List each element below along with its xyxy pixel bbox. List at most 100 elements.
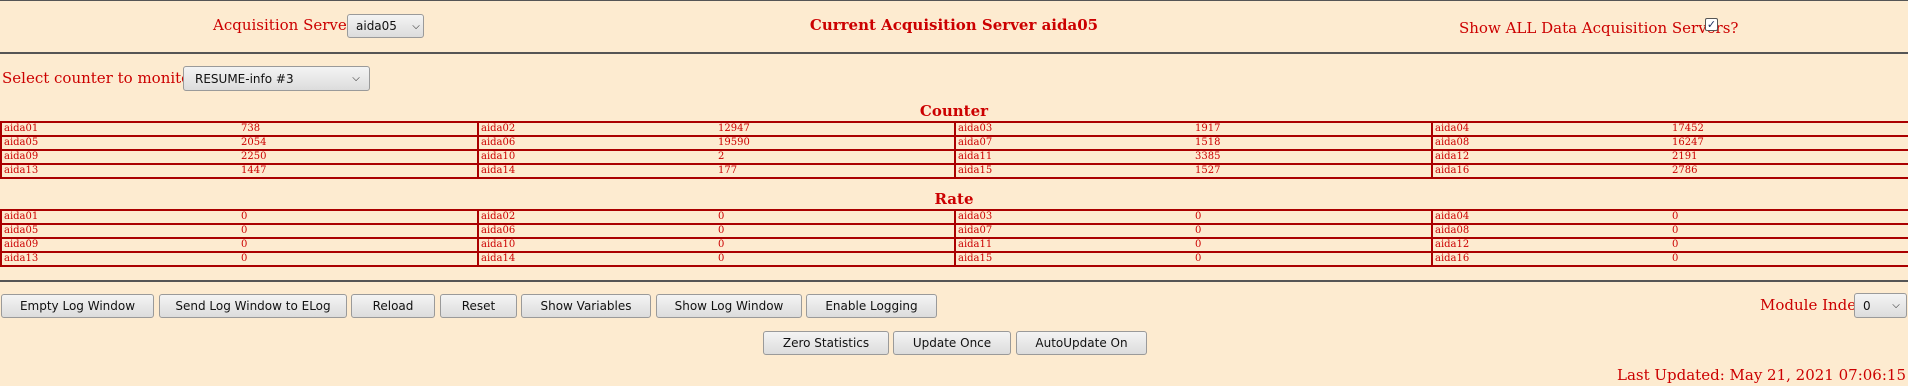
update-once-button[interactable]: Update Once — [893, 331, 1011, 355]
value-cell: 0 — [1193, 209, 1433, 225]
value-cell: 0 — [716, 209, 956, 225]
counter-select[interactable]: RESUME-info #3 ⌵ — [183, 66, 370, 91]
server-name-cell: aida01 — [0, 121, 239, 137]
enable-logging-button[interactable]: Enable Logging — [806, 294, 937, 318]
rate-table: aida01 0 aida02 0 aida03 0 aida04 0 aida05 0 aida0… — [0, 209, 1908, 267]
server-name-cell: aida11 — [954, 149, 1193, 165]
value-cell: 12947 — [716, 121, 956, 137]
value-cell: 0 — [1193, 237, 1433, 253]
header-divider — [0, 52, 1908, 54]
value-cell: 0 — [716, 251, 956, 267]
server-name-cell: aida15 — [954, 163, 1193, 179]
server-name-cell: aida06 — [477, 135, 716, 151]
value-cell: 1527 — [1193, 163, 1433, 179]
server-name-cell: aida05 — [0, 223, 239, 239]
module-index-label: Module Index — [1760, 296, 1865, 314]
value-cell: 0 — [239, 251, 479, 267]
server-name-cell: aida03 — [954, 121, 1193, 137]
server-name-cell: aida13 — [0, 251, 239, 267]
value-cell: 0 — [716, 237, 956, 253]
autoupdate-button[interactable]: AutoUpdate On — [1016, 331, 1147, 355]
empty-log-button[interactable]: Empty Log Window — [1, 294, 154, 318]
reset-button[interactable]: Reset — [440, 294, 517, 318]
table-row: aida09 2250 aida10 2 aida11 3385 aida12 2191 — [0, 149, 1908, 165]
value-cell: 1518 — [1193, 135, 1433, 151]
last-updated: Last Updated: May 21, 2021 07:06:15 — [1617, 366, 1906, 384]
show-log-button[interactable]: Show Log Window — [656, 294, 802, 318]
value-cell: 3385 — [1193, 149, 1433, 165]
server-name-cell: aida08 — [1431, 135, 1670, 151]
value-cell: 0 — [1670, 237, 1908, 253]
server-name-cell: aida16 — [1431, 163, 1670, 179]
value-cell: 16247 — [1670, 135, 1908, 151]
server-name-cell: aida01 — [0, 209, 239, 225]
value-cell: 0 — [239, 223, 479, 239]
show-all-checkbox[interactable]: ✓ — [1705, 18, 1718, 31]
top-divider — [0, 0, 1908, 1]
table-divider — [0, 280, 1908, 282]
value-cell: 1447 — [239, 163, 479, 179]
server-name-cell: aida05 — [0, 135, 239, 151]
server-name-cell: aida03 — [954, 209, 1193, 225]
counter-table: aida01 738 aida02 12947 aida03 1917 aida04 1745… — [0, 121, 1908, 179]
server-name-cell: aida15 — [954, 251, 1193, 267]
server-name-cell: aida16 — [1431, 251, 1670, 267]
table-row: aida05 2054 aida06 19590 aida07 1518 aida08 162… — [0, 135, 1908, 151]
reload-button[interactable]: Reload — [351, 294, 435, 318]
value-cell: 0 — [1670, 223, 1908, 239]
server-name-cell: aida12 — [1431, 149, 1670, 165]
server-name-cell: aida12 — [1431, 237, 1670, 253]
server-name-cell: aida10 — [477, 237, 716, 253]
server-name-cell: aida11 — [954, 237, 1193, 253]
table-row: aida01 738 aida02 12947 aida03 1917 aida04 1745… — [0, 121, 1908, 137]
server-name-cell: aida06 — [477, 223, 716, 239]
value-cell: 177 — [716, 163, 956, 179]
server-name-cell: aida13 — [0, 163, 239, 179]
rate-title: Rate — [934, 190, 974, 208]
counter-title: Counter — [919, 102, 989, 120]
module-index-value: 0 — [1863, 298, 1871, 313]
chevron-down-icon: ⌵ — [1892, 300, 1900, 311]
table-row: aida09 0 aida10 0 aida11 0 aida12 0 — [0, 237, 1908, 253]
server-name-cell: aida08 — [1431, 223, 1670, 239]
value-cell: 0 — [239, 237, 479, 253]
send-log-elog-button[interactable]: Send Log Window to ELog — [159, 294, 347, 318]
server-name-cell: aida02 — [477, 121, 716, 137]
chevron-down-icon: ⌵ — [352, 73, 360, 84]
server-name-cell: aida09 — [0, 237, 239, 253]
value-cell: 2054 — [239, 135, 479, 151]
value-cell: 0 — [239, 209, 479, 225]
monitor-label: Select counter to monitor — [2, 69, 198, 87]
show-variables-button[interactable]: Show Variables — [521, 294, 651, 318]
server-name-cell: aida14 — [477, 163, 716, 179]
value-cell: 0 — [1670, 209, 1908, 225]
server-name-cell: aida14 — [477, 251, 716, 267]
server-name-cell: aida10 — [477, 149, 716, 165]
value-cell: 0 — [1193, 223, 1433, 239]
server-name-cell: aida07 — [954, 223, 1193, 239]
table-row: aida05 0 aida06 0 aida07 0 aida08 0 — [0, 223, 1908, 239]
zero-statistics-button[interactable]: Zero Statistics — [763, 331, 889, 355]
value-cell: 1917 — [1193, 121, 1433, 137]
table-row: aida01 0 aida02 0 aida03 0 aida04 0 — [0, 209, 1908, 225]
server-name-cell: aida02 — [477, 209, 716, 225]
value-cell: 19590 — [716, 135, 956, 151]
server-name-cell: aida07 — [954, 135, 1193, 151]
value-cell: 2250 — [239, 149, 479, 165]
value-cell: 17452 — [1670, 121, 1908, 137]
value-cell: 2 — [716, 149, 956, 165]
server-name-cell: aida09 — [0, 149, 239, 165]
value-cell: 2786 — [1670, 163, 1908, 179]
value-cell: 0 — [716, 223, 956, 239]
value-cell: 738 — [239, 121, 479, 137]
value-cell: 2191 — [1670, 149, 1908, 165]
value-cell: 0 — [1670, 251, 1908, 267]
show-all-label: Show ALL Data Acquisition Servers? — [1459, 19, 1739, 37]
counter-select-value: RESUME-info #3 — [195, 71, 294, 86]
table-row: aida13 1447 aida14 177 aida15 1527 aida16 2786 — [0, 163, 1908, 179]
table-row: aida13 0 aida14 0 aida15 0 aida16 0 — [0, 251, 1908, 267]
value-cell: 0 — [1193, 251, 1433, 267]
server-name-cell: aida04 — [1431, 121, 1670, 137]
server-name-cell: aida04 — [1431, 209, 1670, 225]
module-index-select[interactable]: 0 ⌵ — [1854, 293, 1907, 318]
